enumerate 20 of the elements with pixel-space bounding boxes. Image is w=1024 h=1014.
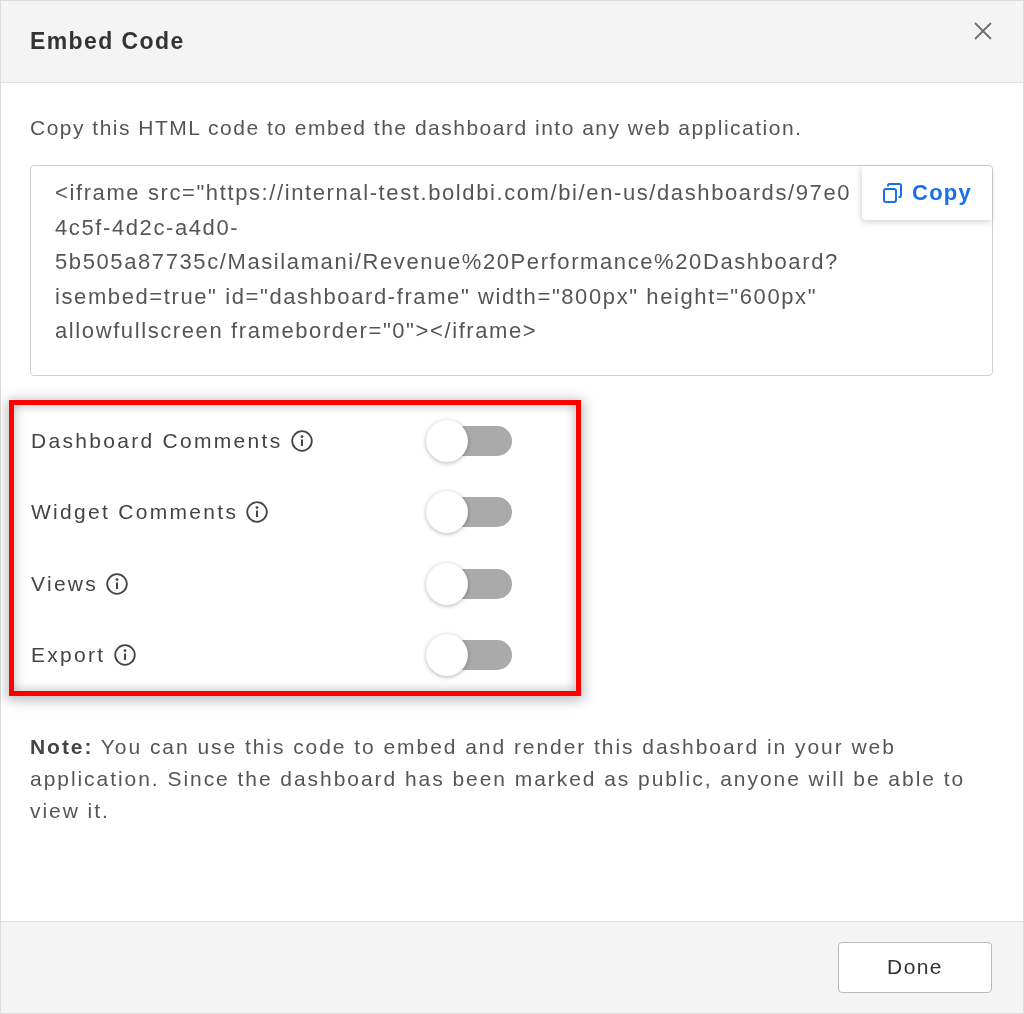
- toggle-label: Dashboard Comments: [31, 428, 283, 453]
- toggle-switch[interactable]: [424, 489, 514, 536]
- embed-code-text: <iframe src="https://internal-test.boldbi.com/bi/en-us/dashboards/97e0 4c5f-4d2c-a4d0- 5b505a87735c/Masilamani/Revenue%20Performance%20Dashboard? isembed=true" id="dashboard-frame" width="800px" height="600px" allowfullscreen frameborder="0"></iframe>: [55, 179, 852, 345]
- note-text: Note: You can use this code to embed and render this dashboard in your web application. Since the dashboard has been marked as public, anyone will be able to view it.: [30, 734, 967, 824]
- info-icon[interactable]: [246, 501, 269, 524]
- copy-button[interactable]: Copy: [862, 166, 992, 220]
- toggle-label: Export: [31, 643, 106, 668]
- done-button[interactable]: Done: [838, 941, 992, 993]
- description-text: Copy this HTML code to embed the dashboard into any web application.: [30, 116, 804, 140]
- close-icon: [974, 21, 992, 40]
- info-icon[interactable]: [290, 429, 313, 452]
- code-field[interactable]: [30, 165, 993, 376]
- info-icon[interactable]: [113, 644, 136, 667]
- info-icon[interactable]: [106, 572, 129, 595]
- close-button[interactable]: [974, 21, 992, 40]
- copy-icon: [882, 183, 903, 203]
- toggle-switch[interactable]: [424, 632, 514, 679]
- dialog-title: Embed Code: [30, 28, 185, 55]
- toggle-label: Widget Comments: [31, 500, 239, 525]
- toggle-label: Views: [31, 571, 99, 596]
